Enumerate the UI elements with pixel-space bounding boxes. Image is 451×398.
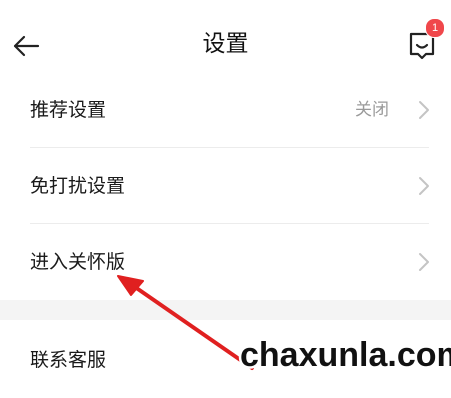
settings-item-value: 关闭 [355,100,389,120]
chevron-right-icon [419,177,429,195]
section-gap [0,300,451,320]
settings-item-recommendation[interactable]: 推荐设置 关闭 [0,72,451,148]
settings-item-label: 免打扰设置 [30,175,126,197]
settings-item-label: 联系客服 [30,349,107,371]
settings-item-contact-support[interactable]: 联系客服 [0,322,451,398]
notification-badge: 1 [425,18,445,38]
settings-item-label: 推荐设置 [30,99,107,121]
page-title: 设置 [202,31,249,57]
chevron-right-icon [419,253,429,271]
settings-item-do-not-disturb[interactable]: 免打扰设置 [0,148,451,224]
header: 设置 1 [0,14,451,76]
status-bar [0,0,451,8]
settings-item-label: 进入关怀版 [30,251,126,273]
chevron-right-icon [419,101,429,119]
settings-item-care-mode[interactable]: 进入关怀版 [0,224,451,300]
customer-service-button[interactable]: 1 [405,18,445,62]
